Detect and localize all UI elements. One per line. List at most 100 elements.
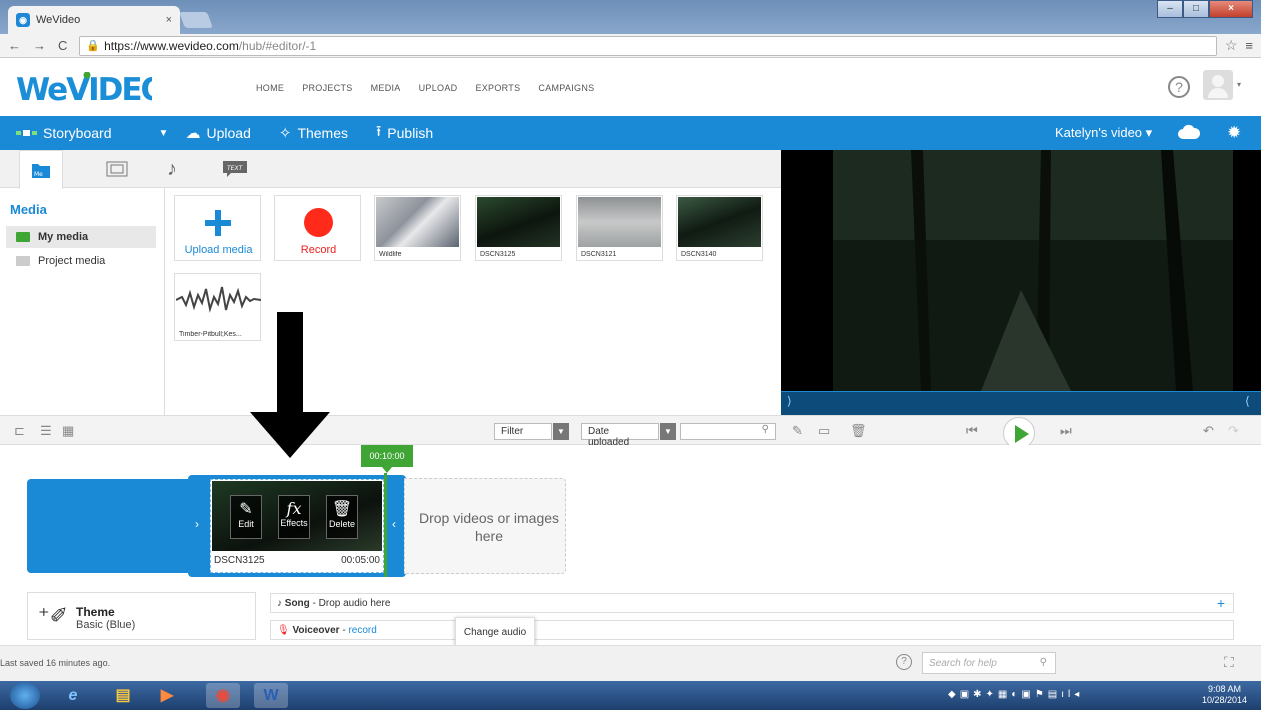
intro-clip[interactable] [27, 479, 192, 573]
tab-media[interactable]: Me [19, 150, 63, 189]
effects-button[interactable]: fx Effects [278, 495, 310, 539]
record-link[interactable]: record [348, 625, 376, 636]
music-note-icon[interactable]: ♪ [150, 150, 194, 188]
project-name-dropdown[interactable]: Katelyn's video ▾ [1055, 125, 1152, 141]
undo-icon[interactable]: ↶ [1203, 423, 1214, 439]
taskbar-clock[interactable]: 9:08 AM 10/28/2014 [1202, 684, 1247, 706]
window-close-icon[interactable]: × [1209, 0, 1253, 18]
media-player-icon[interactable]: ▶ [150, 683, 184, 708]
text-bubble-icon: TEXT [223, 161, 247, 177]
upload-media-tile[interactable]: Upload media [174, 195, 261, 261]
nav-campaigns[interactable]: CAMPAIGNS [538, 83, 594, 93]
minimize-icon[interactable]: – [1157, 0, 1183, 18]
lock-icon: 🔒 [86, 40, 101, 52]
redo-icon[interactable]: ↷ [1228, 423, 1239, 439]
publish-button[interactable]: ⭱ Publish [376, 121, 433, 146]
media-thumbnail [376, 197, 459, 247]
storyboard-button[interactable]: Storyboard [0, 116, 122, 150]
nav-exports[interactable]: EXPORTS [475, 83, 520, 93]
nav-projects[interactable]: PROJECTS [302, 83, 352, 93]
top-nav: HOME PROJECTS MEDIA UPLOAD EXPORTS CAMPA… [256, 83, 594, 93]
wevideo-favicon-icon: ◉ [16, 13, 30, 27]
help-icon[interactable]: ? [1168, 76, 1190, 98]
nav-media[interactable]: MEDIA [371, 83, 401, 93]
trim-right-handle-icon[interactable]: ⟨ [1245, 394, 1250, 408]
playhead[interactable] [384, 473, 387, 577]
internet-explorer-icon[interactable]: e [56, 683, 90, 708]
audio-waveform-icon [176, 286, 261, 313]
fullscreen-icon[interactable]: ⛶ [1224, 654, 1234, 671]
url-input[interactable]: 🔒 https://www.wevideo.com/hub/#editor/-1 [79, 35, 1217, 56]
forward-arrow-icon[interactable]: → [33, 38, 46, 53]
playhead-time[interactable]: 00:10:00 [361, 445, 413, 473]
help-icon[interactable]: ? [896, 654, 912, 670]
record-tile[interactable]: Record [274, 195, 361, 261]
grid-view-icon[interactable]: ▦ [62, 423, 74, 439]
edit-button[interactable]: ✎ Edit [230, 495, 262, 539]
delete-button[interactable]: 🗑 Delete [326, 495, 358, 539]
nav-upload[interactable]: UPLOAD [419, 83, 458, 93]
windows-start-icon[interactable] [10, 682, 40, 709]
storyboard-timeline: › ‹ ✎ Edit fx Effects 🗑 Delete DSCN3125 … [0, 445, 1261, 647]
pencil-icon[interactable]: ✎ [792, 423, 803, 439]
preview-trim-bar[interactable] [781, 391, 1261, 415]
back-arrow-icon[interactable]: ← [8, 38, 21, 53]
cloud-save-icon[interactable] [1177, 123, 1201, 141]
music-note-icon: ♪ [277, 598, 285, 609]
theme-selector[interactable]: ⁺✐ Theme Basic (Blue) [27, 592, 256, 640]
video-preview[interactable]: ⟩ ⟨ [781, 150, 1261, 415]
word-icon[interactable]: W [254, 683, 288, 708]
media-item-wildlife[interactable]: Wildlife [374, 195, 461, 261]
sort-select[interactable]: Date uploaded ▼ [581, 423, 676, 448]
media-item-audio[interactable]: Timber-Pitbull;Kes... [174, 273, 261, 341]
chrome-icon[interactable]: ◉ [206, 683, 240, 708]
voiceover-track[interactable]: 🎙 Voiceover - record [270, 620, 1234, 640]
chevron-right-icon[interactable]: › [195, 517, 199, 531]
collapse-panel-icon[interactable]: ⊏ [14, 423, 25, 439]
trim-left-handle-icon[interactable]: ⟩ [787, 394, 792, 408]
split-icon[interactable]: ▭ [818, 423, 830, 439]
effects-label: Effects [280, 518, 308, 528]
media-thumbnail [678, 197, 761, 247]
file-explorer-icon[interactable]: ▤ [106, 683, 140, 708]
media-title: Media [10, 202, 47, 217]
reload-icon[interactable]: C [58, 38, 67, 53]
new-tab-button[interactable] [179, 12, 213, 28]
media-item-dscn3140[interactable]: DSCN3140 [676, 195, 763, 261]
nav-home[interactable]: HOME [256, 83, 284, 93]
maximize-icon[interactable]: □ [1183, 0, 1209, 18]
upload-label: Upload [206, 125, 251, 141]
media-controls-bar: ⊏ ☰ ▦ Filter ▼ Date uploaded ▼ ⚲ ✎ ▭ 🗑 ⏮… [0, 415, 1261, 449]
filter-select[interactable]: Filter ▼ [494, 423, 569, 440]
browser-tab[interactable]: ◉ WeVideo × [8, 6, 180, 34]
bookmark-star-icon[interactable]: ☆ [1225, 37, 1238, 54]
upload-button[interactable]: ☁ Upload [185, 124, 250, 142]
gear-icon[interactable]: ✹ [1227, 123, 1241, 143]
song-track[interactable]: ♪ Song - Drop audio here + [270, 593, 1234, 613]
chevron-down-icon: ▼ [553, 423, 569, 440]
tab-close-icon[interactable]: × [166, 14, 172, 26]
skip-forward-icon[interactable]: ⏭ [1060, 423, 1072, 439]
themes-button[interactable]: ✧ Themes [279, 124, 348, 142]
skip-back-icon[interactable]: ⏮ [966, 423, 978, 439]
avatar-caret-icon[interactable]: ▾ [1237, 80, 1241, 89]
media-search-input[interactable]: ⚲ [680, 423, 776, 440]
help-search-input[interactable]: Search for help ⚲ [922, 652, 1056, 674]
storyboard-dropdown-icon[interactable]: ▼ [149, 127, 178, 139]
trash-icon[interactable]: 🗑 [850, 423, 867, 439]
record-label: Record [300, 244, 337, 256]
wevideo-logo[interactable]: WeVIDEO [16, 71, 168, 114]
system-tray-icons[interactable]: ◆▣✱✦▦◐▣⚑▤ıl◂ [948, 689, 1083, 700]
chevron-left-icon[interactable]: ‹ [392, 517, 396, 531]
avatar[interactable] [1203, 70, 1233, 100]
hamburger-menu-icon[interactable]: ≡ [1245, 38, 1253, 53]
list-view-icon[interactable]: ☰ [40, 423, 52, 439]
sidebar-item-my-media[interactable]: My media [6, 226, 156, 248]
add-audio-icon[interactable]: + [1217, 595, 1225, 611]
clock-time: 9:08 AM [1207, 684, 1241, 694]
tab-transitions[interactable] [95, 150, 139, 188]
tab-text[interactable]: TEXT [213, 150, 257, 188]
sidebar-item-project-media[interactable]: Project media [6, 250, 156, 272]
media-item-dscn3125[interactable]: DSCN3125 [475, 195, 562, 261]
media-item-dscn3121[interactable]: DSCN3121 [576, 195, 663, 261]
